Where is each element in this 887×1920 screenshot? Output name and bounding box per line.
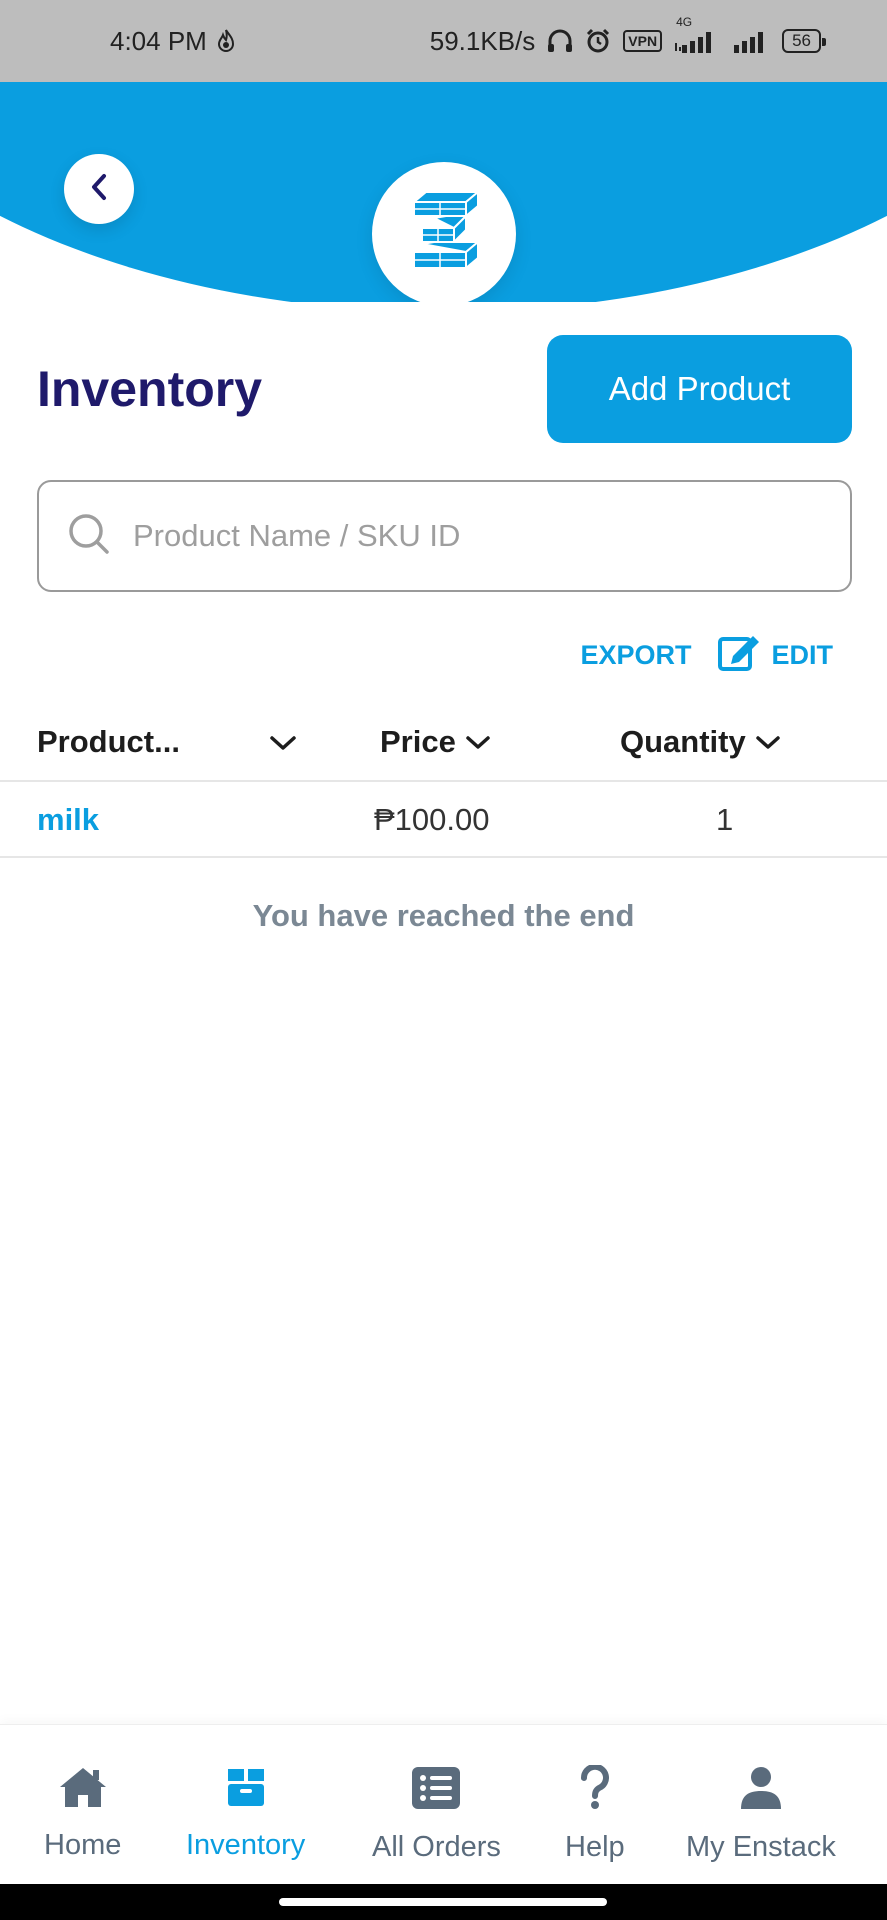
nav-my-enstack[interactable]: My Enstack [686, 1765, 836, 1864]
export-button[interactable]: EXPORT [580, 640, 691, 671]
fire-icon [217, 29, 235, 53]
box-icon [224, 1765, 268, 1817]
export-label: EXPORT [580, 640, 692, 670]
network-type: 4G [676, 15, 693, 29]
nav-help-label: Help [565, 1831, 625, 1863]
column-product-label: Product... [37, 724, 180, 759]
end-of-list-message: You have reached the end [252, 898, 635, 933]
table-header: Product... Price Quantity [0, 712, 887, 782]
product-price: ₱100.00 [374, 802, 490, 837]
question-icon [579, 1763, 611, 1819]
nav-all-orders-label: All Orders [372, 1831, 501, 1863]
logo-icon [411, 189, 481, 271]
column-quantity[interactable]: Quantity [620, 724, 782, 760]
enstack-logo [372, 162, 516, 302]
network-speed: 59.1KB/s [429, 25, 536, 56]
column-price[interactable]: Price [380, 724, 492, 760]
add-product-button[interactable]: Add Product [547, 335, 852, 443]
nav-inventory-label: Inventory [186, 1829, 306, 1861]
column-quantity-label: Quantity [620, 724, 746, 759]
nav-home-label: Home [44, 1829, 122, 1861]
column-price-label: Price [380, 724, 456, 759]
edit-label: EDIT [771, 640, 833, 670]
search-icon [65, 510, 113, 563]
gesture-bar [0, 1884, 887, 1920]
chevron-left-icon [87, 172, 111, 207]
search-input[interactable] [133, 518, 813, 554]
back-button[interactable] [64, 154, 134, 224]
signal-icon-2 [732, 29, 770, 53]
nav-my-enstack-label: My Enstack [686, 1831, 836, 1863]
search-box[interactable] [37, 480, 852, 592]
home-icon [57, 1765, 109, 1817]
headphones-icon [547, 29, 573, 53]
table-row[interactable]: milk ₱100.00 1 [0, 784, 887, 858]
chevron-down-icon [754, 724, 782, 760]
bottom-nav: Home Inventory All Orders Help My Enstac… [0, 1724, 887, 1884]
edit-icon [717, 632, 761, 679]
status-time: 4:04 PM [110, 25, 207, 56]
product-name[interactable]: milk [37, 802, 99, 838]
table-actions: EXPORT EDIT [580, 632, 833, 679]
edit-button[interactable]: EDIT [717, 632, 833, 679]
product-quantity: 1 [716, 802, 734, 837]
nav-all-orders[interactable]: All Orders [372, 1765, 501, 1864]
chevron-down-icon[interactable] [268, 734, 298, 752]
alarm-icon [585, 28, 611, 54]
nav-home[interactable]: Home [44, 1765, 121, 1862]
nav-help[interactable]: Help [565, 1763, 625, 1864]
signal-icon: 4G [674, 15, 720, 53]
page-title: Inventory [37, 361, 263, 417]
chevron-down-icon [464, 724, 492, 760]
home-indicator[interactable] [279, 1898, 607, 1906]
battery-icon: 56 [782, 29, 826, 53]
user-icon [739, 1765, 783, 1819]
column-product[interactable]: Product... [37, 724, 180, 760]
vpn-icon: VPN [623, 30, 663, 52]
app-header [0, 82, 887, 302]
inventory-screen: 4:04 PM 59.1KB/s VPN 4G 56 Inventory Add… [0, 0, 887, 1920]
list-icon [410, 1765, 462, 1819]
status-bar: 4:04 PM 59.1KB/s VPN 4G 56 [0, 0, 887, 82]
nav-inventory[interactable]: Inventory [186, 1765, 305, 1862]
